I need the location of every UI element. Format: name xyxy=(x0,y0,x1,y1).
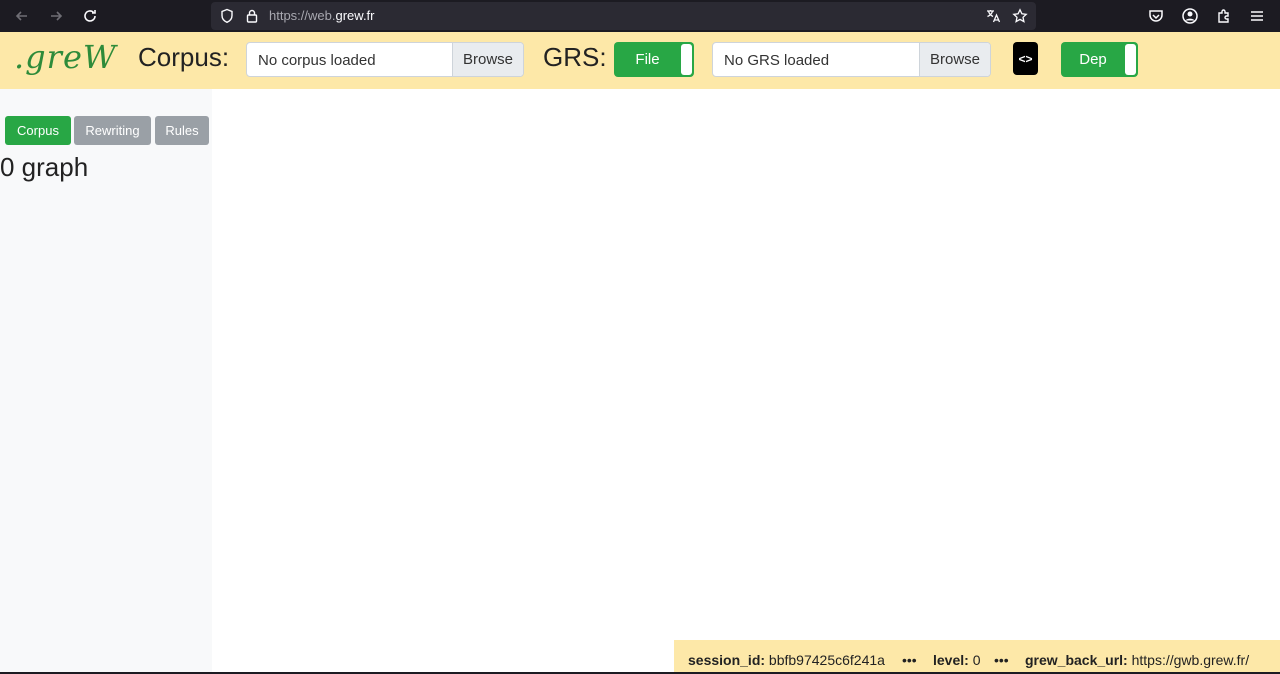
grs-label: GRS: xyxy=(543,42,607,72)
tab-rules[interactable]: Rules xyxy=(155,116,209,145)
corpus-browse-button[interactable]: Browse xyxy=(452,43,523,76)
back-url-value: https://gwb.grew.fr/ xyxy=(1131,652,1250,668)
corpus-value: No corpus loaded xyxy=(258,52,376,69)
sidebar: Corpus Rewriting Rules 0 graph xyxy=(0,89,212,674)
level: level: 0 xyxy=(933,652,981,668)
extensions-icon[interactable] xyxy=(1215,7,1233,25)
session-id-value: bbfb97425c6f241a xyxy=(768,652,885,668)
status-separator: ••• xyxy=(994,652,1009,668)
back-arrow-icon[interactable] xyxy=(10,4,34,28)
level-key: level: xyxy=(933,652,969,668)
menu-icon[interactable] xyxy=(1248,7,1266,25)
main-content xyxy=(212,89,1280,640)
session-id-key: session_id: xyxy=(688,652,766,668)
grew-logo[interactable]: .greW xyxy=(14,38,117,76)
session-id: session_id: bbfb97425c6f241a xyxy=(688,652,885,668)
grs-file-toggle[interactable]: File xyxy=(614,42,694,77)
translate-icon[interactable] xyxy=(985,8,1001,24)
corpus-file-input[interactable]: No corpus loaded Browse xyxy=(246,42,524,77)
grs-browse-button[interactable]: Browse xyxy=(919,43,990,76)
reload-icon[interactable] xyxy=(78,4,102,28)
url-text: https://web.grew.fr xyxy=(269,8,375,23)
browser-toolbar: https://web.grew.fr xyxy=(0,0,1280,32)
lock-icon[interactable] xyxy=(244,8,260,24)
account-icon[interactable] xyxy=(1181,7,1199,25)
corpus-label: Corpus: xyxy=(138,42,230,72)
code-icon[interactable]: <> xyxy=(1013,42,1038,75)
back-url: grew_back_url: https://gwb.grew.fr/ xyxy=(1025,652,1249,668)
dep-toggle-label: Dep xyxy=(1079,51,1107,68)
grs-toggle-label: File xyxy=(635,51,660,68)
url-prefix: https://web. xyxy=(269,8,336,23)
dep-toggle[interactable]: Dep xyxy=(1061,42,1138,77)
shield-icon[interactable] xyxy=(219,8,235,24)
grs-value: No GRS loaded xyxy=(724,52,830,69)
app-header: .greW Corpus: No corpus loaded Browse GR… xyxy=(0,32,1280,89)
toggle-knob[interactable] xyxy=(1125,44,1136,75)
tab-rewriting[interactable]: Rewriting xyxy=(74,116,151,145)
toggle-knob[interactable] xyxy=(681,44,692,75)
graph-count: 0 graph xyxy=(0,152,89,182)
status-bar: session_id: bbfb97425c6f241a ••• level: … xyxy=(674,640,1280,674)
forward-arrow-icon[interactable] xyxy=(44,4,68,28)
grs-file-input[interactable]: No GRS loaded Browse xyxy=(712,42,991,77)
pocket-icon[interactable] xyxy=(1147,7,1165,25)
tab-corpus[interactable]: Corpus xyxy=(5,116,71,145)
address-bar[interactable]: https://web.grew.fr xyxy=(211,2,1036,30)
back-url-key: grew_back_url: xyxy=(1025,652,1128,668)
url-domain: grew.fr xyxy=(335,8,375,23)
status-separator: ••• xyxy=(902,652,917,668)
star-icon[interactable] xyxy=(1012,8,1028,24)
level-value: 0 xyxy=(972,652,981,668)
